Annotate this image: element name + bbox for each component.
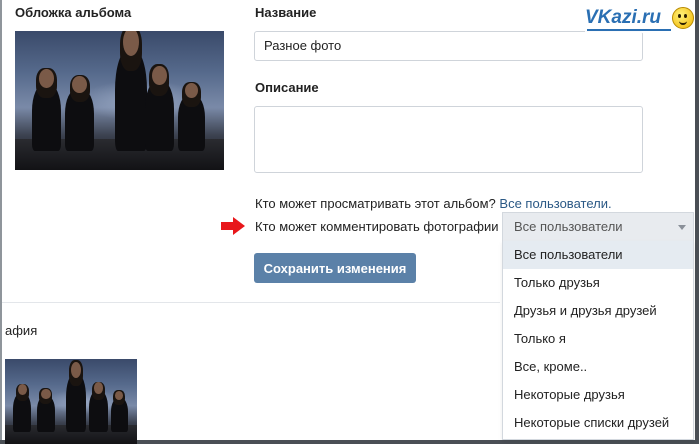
album-name-input[interactable]: Разное фото — [254, 31, 643, 61]
comment-privacy-select[interactable]: Все пользователи — [502, 212, 694, 241]
dropdown-option[interactable]: Друзья и друзья друзей — [503, 297, 693, 325]
album-cover-image[interactable] — [15, 31, 224, 170]
dropdown-option[interactable]: Некоторые списки друзей — [503, 409, 693, 437]
view-privacy-row: Кто может просматривать этот альбом? Все… — [255, 196, 612, 211]
save-changes-button[interactable]: Сохранить изменения — [254, 253, 416, 283]
cover-label: Обложка альбома — [15, 5, 132, 20]
section-divider — [2, 302, 500, 303]
photo-section-label: афия — [5, 323, 38, 338]
watermark-underline — [587, 29, 671, 31]
comment-privacy-question: Кто может комментировать фотографии — [255, 219, 499, 234]
chevron-down-icon — [678, 225, 686, 230]
dropdown-option[interactable]: Все, кроме.. — [503, 353, 693, 381]
dropdown-option[interactable]: Некоторые друзья — [503, 381, 693, 409]
dropdown-option[interactable]: Только друзья — [503, 269, 693, 297]
watermark-text: VKazi.ru — [585, 7, 662, 28]
description-label: Описание — [255, 80, 319, 95]
dropdown-option[interactable]: Только я — [503, 325, 693, 353]
view-privacy-question: Кто может просматривать этот альбом? — [255, 196, 496, 211]
site-watermark: VKazi.ru — [585, 5, 695, 33]
comment-privacy-selected: Все пользователи — [514, 219, 623, 234]
photo-thumbnail[interactable] — [5, 359, 137, 444]
view-privacy-link[interactable]: Все пользователи. — [499, 196, 611, 211]
comment-privacy-dropdown: Все пользователи Только друзья Друзья и … — [502, 241, 694, 440]
name-label: Название — [255, 5, 317, 20]
red-arrow-icon — [221, 217, 245, 235]
dropdown-option[interactable]: Все пользователи — [503, 241, 693, 269]
album-description-input[interactable] — [254, 106, 643, 173]
smiley-icon — [672, 7, 694, 29]
